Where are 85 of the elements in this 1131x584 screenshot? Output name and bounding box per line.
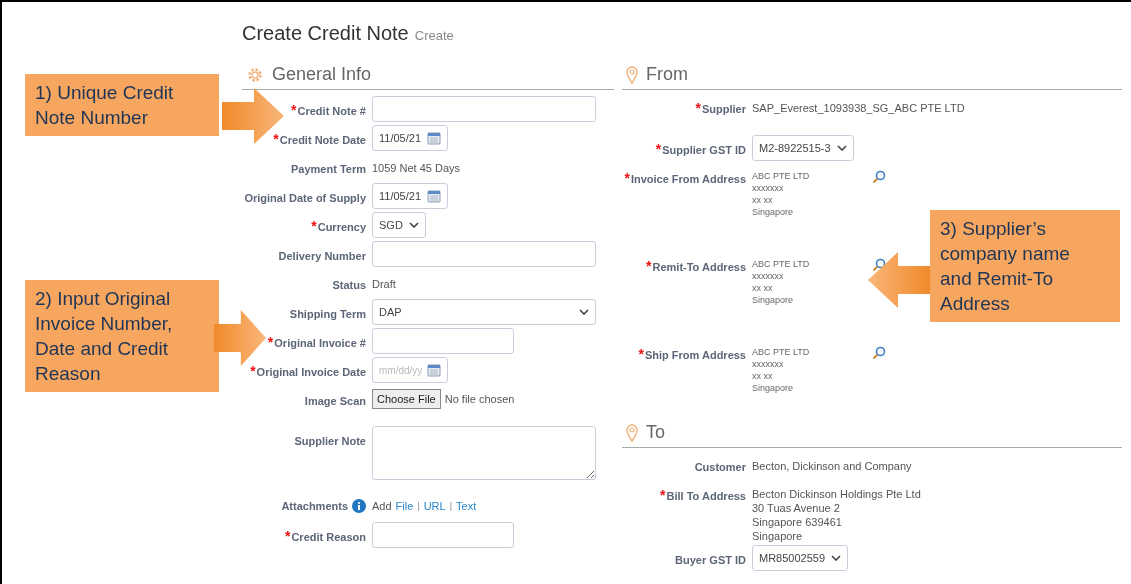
required-mark: *: [646, 259, 652, 273]
required-mark: *: [660, 488, 666, 502]
address-text: ABC PTE LTD xxxxxxx xx xx Singapore: [752, 346, 811, 394]
address-text: Becton Dickinson Holdings Pte Ltd 30 Tuas Avenue 2 Singapore 639461 Singapore: [752, 487, 921, 543]
field-label: Bill To Address: [666, 489, 746, 503]
calendar-icon[interactable]: [427, 131, 441, 145]
required-mark: *: [695, 101, 701, 115]
required-mark: *: [311, 219, 317, 233]
field-label: Credit Note #: [297, 104, 366, 118]
select-field[interactable]: MR85002559: [752, 545, 849, 571]
field-label: Credit Reason: [291, 530, 366, 544]
section-header: From: [622, 60, 1122, 90]
field-label: Payment Term: [291, 162, 366, 176]
date-field[interactable]: 11/05/21: [372, 125, 448, 151]
field-value: SAP_Everest_1093938_SG_ABC PTE LTD: [752, 101, 965, 116]
pointer-arrow: [214, 310, 266, 366]
field-label: Original Date of Supply: [244, 191, 366, 205]
field-label: Currency: [317, 220, 366, 234]
field-label: Invoice From Address: [630, 172, 746, 186]
required-mark: *: [638, 347, 644, 361]
select-field[interactable]: M2-8922515-3: [752, 135, 854, 161]
required-mark: *: [284, 529, 291, 543]
calendar-icon[interactable]: [427, 363, 441, 377]
chevron-icon: [831, 555, 842, 561]
field-label: Supplier Note: [294, 434, 366, 448]
field-label: Original Invoice #: [274, 336, 366, 350]
required-mark: *: [655, 142, 662, 156]
callout-box: 2) Input Original Invoice Number, Date and Credit Reason: [25, 280, 219, 392]
note-field[interactable]: [372, 426, 596, 480]
select-field[interactable]: SGD: [372, 212, 426, 238]
field-value: Draft: [372, 277, 396, 292]
field-label: Attachments: [281, 499, 348, 514]
field-label: Supplier: [702, 102, 746, 116]
chevron-icon: [579, 309, 589, 315]
attachment-link[interactable]: URL: [423, 498, 446, 515]
text-field[interactable]: [372, 96, 596, 122]
field-label: Status: [332, 278, 366, 292]
text-field[interactable]: [372, 241, 596, 267]
page-title: Create Credit Note: [242, 21, 409, 46]
separator: |: [417, 499, 420, 513]
date-field[interactable]: 11/05/21: [372, 183, 448, 209]
attachment-link[interactable]: Text: [456, 498, 477, 515]
text-field[interactable]: [372, 328, 514, 354]
search-icon[interactable]: [872, 170, 886, 184]
callout-box: 3) Supplier’s company name and Remit-To Address: [930, 210, 1120, 322]
separator: |: [449, 499, 452, 513]
pointer-arrow: [868, 252, 930, 308]
field-label: Credit Note Date: [279, 133, 366, 147]
add-text: Add: [372, 499, 392, 514]
required-mark: *: [273, 132, 279, 146]
field-label: Delivery Number: [278, 249, 366, 263]
section-header: To: [622, 418, 1122, 448]
select-field[interactable]: DAP: [372, 299, 596, 325]
field-label: Buyer GST ID: [675, 553, 746, 567]
field-value: Becton, Dickinson and Company: [752, 459, 912, 474]
field-label: Supplier GST ID: [662, 143, 746, 157]
required-mark: *: [291, 103, 297, 117]
required-mark: *: [250, 364, 256, 378]
text-field[interactable]: [372, 522, 514, 548]
page-subtitle: Create: [414, 27, 454, 45]
location-pin-icon: [626, 423, 638, 442]
field-label: Ship From Address: [644, 348, 746, 362]
callout-box: 1) Unique Credit Note Number: [25, 74, 219, 136]
required-mark: *: [624, 171, 630, 185]
field-label: Image Scan: [304, 394, 366, 408]
gear-icon: [246, 65, 264, 84]
attachment-link[interactable]: File: [395, 498, 414, 515]
field-label: Remit-To Address: [652, 260, 746, 274]
field-label: Customer: [694, 460, 746, 474]
section-header: General Info: [242, 60, 614, 90]
field-value: 1059 Net 45 Days: [372, 161, 461, 176]
calendar-icon[interactable]: [427, 189, 441, 203]
search-icon[interactable]: [872, 346, 886, 360]
required-mark: *: [267, 335, 274, 349]
search-icon[interactable]: [872, 258, 886, 272]
chevron-icon: [408, 222, 419, 228]
chevron-icon: [836, 145, 847, 151]
address-text: ABC PTE LTD xxxxxxx xx xx Singapore: [752, 258, 811, 306]
info-icon[interactable]: [352, 499, 366, 514]
field-label: Original Invoice Date: [256, 365, 366, 379]
file-status: No file chosen: [444, 391, 515, 407]
address-text: ABC PTE LTD xxxxxxx xx xx Singapore: [752, 170, 811, 218]
location-pin-icon: [626, 65, 638, 84]
choose-file-button[interactable]: Choose File: [372, 389, 441, 409]
field-label: Shipping Term: [289, 307, 366, 321]
